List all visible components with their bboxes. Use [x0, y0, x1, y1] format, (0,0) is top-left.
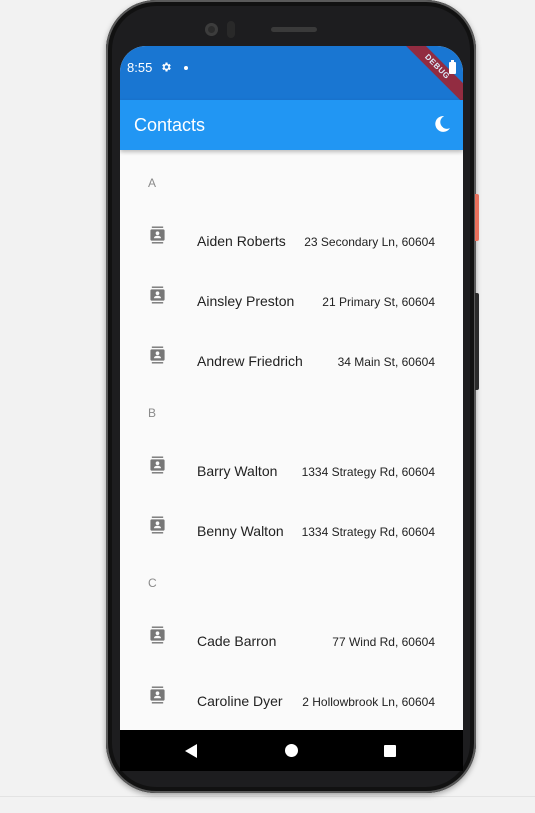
sensor [227, 21, 235, 38]
contact-card-icon [150, 286, 165, 304]
contact-row[interactable]: Aiden Roberts 23 Secondary Ln, 60604 [120, 226, 463, 286]
contact-address: 2 Hollowbrook Ln, 60604 [302, 695, 435, 709]
contact-address: 34 Main St, 60604 [337, 355, 435, 369]
contact-name: Ainsley Preston [197, 293, 295, 309]
recents-icon[interactable] [384, 745, 396, 757]
contact-address: 23 Secondary Ln, 60604 [304, 235, 435, 249]
contact-card-icon [150, 686, 165, 704]
contact-name: Barry Walton [197, 463, 278, 479]
earpiece [271, 27, 317, 32]
contact-row[interactable]: Cade Barron 77 Wind Rd, 60604 [120, 626, 463, 686]
contact-card-icon [150, 226, 165, 244]
home-icon[interactable] [285, 744, 298, 757]
contact-name: Andrew Friedrich [197, 353, 303, 369]
contact-row[interactable]: Benny Walton 1334 Strategy Rd, 60604 [120, 516, 463, 576]
debug-banner: DEBUG [398, 46, 463, 106]
camera-icon [205, 23, 218, 36]
contact-address: 1334 Strategy Rd, 60604 [301, 465, 435, 479]
volume-button[interactable] [475, 293, 479, 390]
navigation-bar [120, 730, 463, 771]
back-icon[interactable] [185, 744, 197, 758]
contact-card-icon [150, 626, 165, 644]
status-time: 8:55 [127, 60, 153, 75]
section-header: C [148, 576, 157, 590]
contact-address: 21 Primary St, 60604 [322, 295, 435, 309]
moon-icon[interactable] [432, 114, 452, 134]
power-button[interactable] [475, 194, 479, 241]
page-title: Contacts [134, 115, 206, 135]
status-bar: 8:55 DEBUG [120, 46, 463, 106]
app-bar: Contacts [120, 100, 463, 150]
contact-card-icon [150, 516, 165, 534]
contact-card-icon [150, 456, 165, 474]
contact-row[interactable]: Ainsley Preston 21 Primary St, 60604 [120, 286, 463, 346]
section-header: A [148, 176, 157, 190]
contact-address: 77 Wind Rd, 60604 [332, 635, 435, 649]
contact-row[interactable]: Barry Walton 1334 Strategy Rd, 60604 [120, 456, 463, 516]
phone-screen: 8:55 DEBUG Contacts A Aiden Roberts 23 Sec… [120, 46, 463, 771]
page-divider [0, 796, 535, 797]
settings-gear-icon [162, 62, 171, 72]
contact-card-icon [150, 346, 165, 364]
battery-icon [449, 60, 456, 74]
section-header: B [148, 406, 157, 420]
contact-row[interactable]: Andrew Friedrich 34 Main St, 60604 [120, 346, 463, 406]
contact-name: Aiden Roberts [197, 233, 286, 249]
contact-name: Caroline Dyer [197, 693, 283, 709]
contact-address: 1334 Strategy Rd, 60604 [301, 525, 435, 539]
contact-name: Benny Walton [197, 523, 284, 539]
notification-dot [184, 66, 188, 70]
contact-name: Cade Barron [197, 633, 277, 649]
